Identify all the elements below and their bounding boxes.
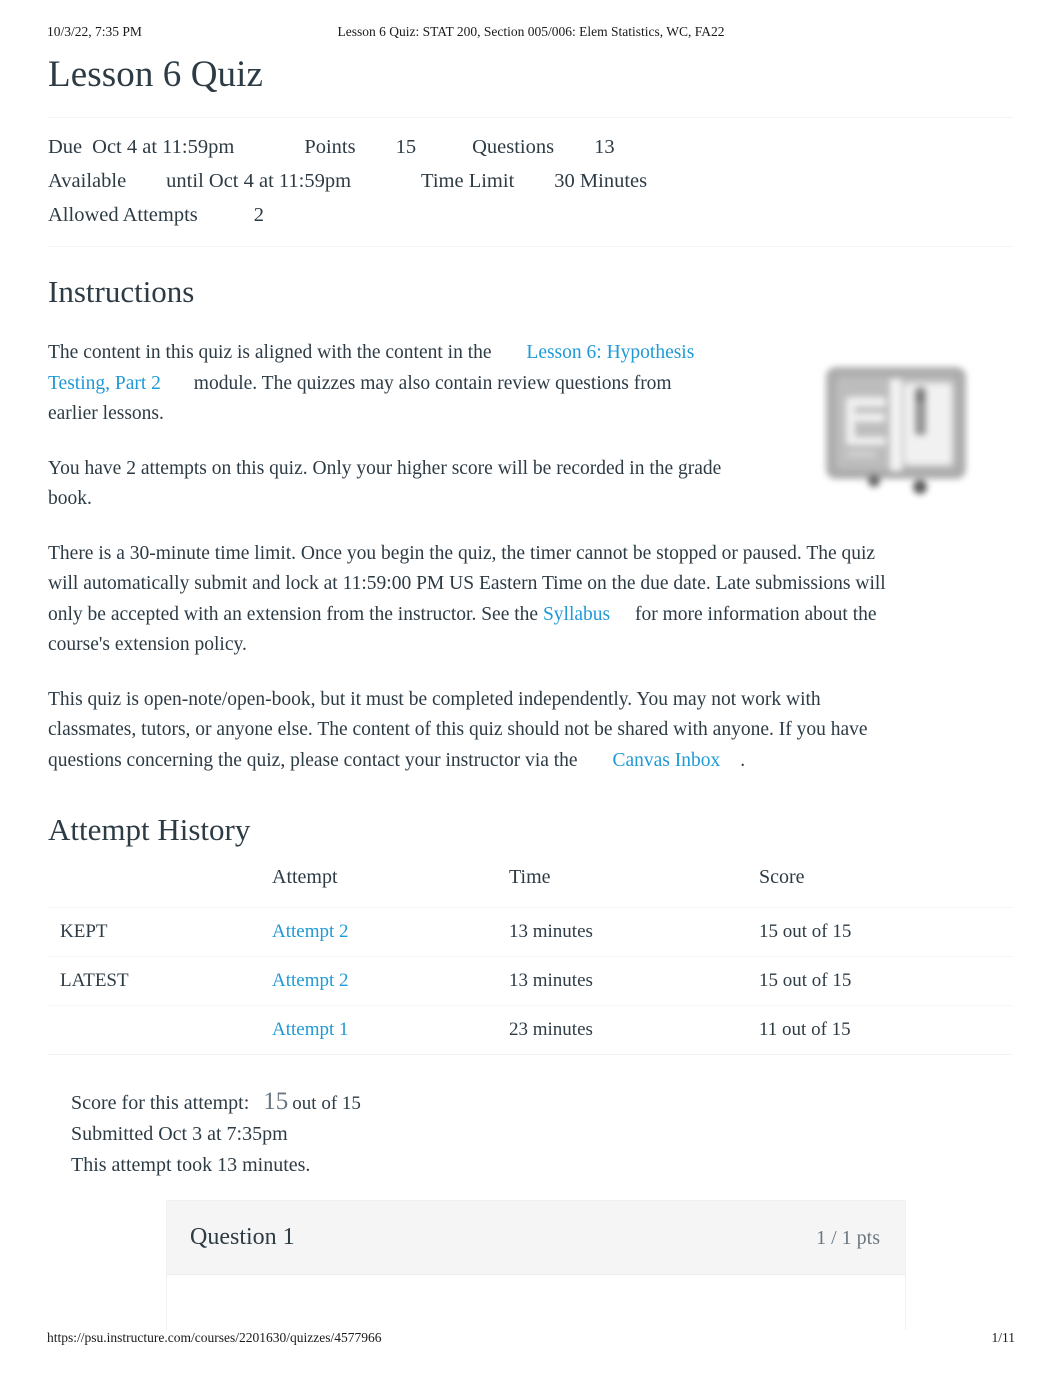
attempt-link[interactable]: Attempt 2 — [272, 921, 349, 942]
attempt-history-heading: Attempt History — [48, 812, 251, 847]
question-container: Question 1 1 / 1 pts — [166, 1200, 906, 1330]
available-value: until Oct 4 at 11:59pm — [166, 170, 352, 192]
instructions-paragraph-3: There is a 30-minute time limit. Once yo… — [48, 539, 886, 661]
table-row: Attempt 1 23 minutes 11 out of 15 — [48, 1005, 1013, 1055]
score-value: 15 — [263, 1088, 289, 1115]
table-header-row: Attempt Time Score — [48, 866, 1013, 908]
table-row: LATEST Attempt 2 13 minutes 15 out of 15 — [48, 956, 1013, 1006]
footer-page-number: 1/11 — [991, 1330, 1016, 1345]
points-value: 15 — [395, 136, 417, 158]
question-name: Question 1 — [190, 1224, 295, 1250]
due-label: Due — [48, 136, 83, 158]
column-header-time: Time — [509, 866, 759, 908]
question-header: Question 1 1 / 1 pts — [167, 1201, 905, 1275]
instructions-p4-after: . — [740, 749, 746, 771]
due-value: Oct 4 at 11:59pm — [92, 136, 235, 158]
print-footer: https://psu.instructure.com/courses/2201… — [47, 1330, 1015, 1346]
instructions-p1-before: The content in this quiz is aligned with… — [48, 342, 492, 363]
score-line: Score for this attempt: 15 out of 15 — [71, 1086, 361, 1119]
attempt-link[interactable]: Attempt 1 — [272, 1019, 349, 1040]
score-label: Score for this attempt: — [71, 1092, 250, 1114]
attempt-link[interactable]: Attempt 2 — [272, 970, 349, 991]
attempt-cell: Attempt 1 — [272, 1005, 509, 1055]
quiz-details-block: Due Oct 4 at 11:59pm Points 15 Questions 13 A… — [48, 117, 1013, 247]
points-label: Points — [304, 136, 356, 158]
attempt-time: 13 minutes — [509, 956, 759, 1006]
question-body — [167, 1275, 905, 1330]
instructions-body: The content in this quiz is aligned with… — [48, 338, 886, 776]
attempt-cell: Attempt 2 — [272, 956, 509, 1006]
syllabus-link[interactable]: Syllabus — [543, 604, 630, 625]
canvas-inbox-link[interactable]: Canvas Inbox — [582, 750, 740, 771]
attempt-status: KEPT — [48, 907, 272, 957]
quiz-print-page: 10/3/22, 7:35 PM Lesson 6 Quiz: STAT 200… — [0, 0, 1062, 1377]
instructions-paragraph-4: This quiz is open-note/open-book, but it… — [48, 685, 886, 777]
attempt-time: 23 minutes — [509, 1005, 759, 1055]
attempt-cell: Attempt 2 — [272, 907, 509, 957]
submitted-line: Submitted Oct 3 at 7:35pm — [71, 1123, 288, 1145]
table-row: KEPT Attempt 2 13 minutes 15 out of 15 — [48, 907, 1013, 957]
column-header-status — [48, 866, 272, 908]
attempt-score: 15 out of 15 — [759, 956, 1013, 1006]
time-limit-label: Time Limit — [421, 170, 515, 192]
allowed-attempts-label: Allowed Attempts — [48, 204, 198, 226]
column-header-score: Score — [759, 866, 1013, 908]
questions-label: Questions — [472, 136, 555, 158]
duration-line: This attempt took 13 minutes. — [71, 1154, 311, 1176]
quiz-details-row-3: Allowed Attempts 2 — [48, 198, 1013, 232]
footer-url: https://psu.instructure.com/courses/2201… — [47, 1330, 382, 1345]
instructions-paragraph-1: The content in this quiz is aligned with… — [48, 338, 708, 430]
print-document-title: Lesson 6 Quiz: STAT 200, Section 005/006… — [337, 24, 725, 39]
quiz-details-row-1: Due Oct 4 at 11:59pm Points 15 Questions 13 — [48, 130, 1013, 164]
attempt-score: 11 out of 15 — [759, 1005, 1013, 1055]
attempt-status: LATEST — [48, 956, 272, 1006]
question-points: 1 / 1 pts — [816, 1227, 880, 1249]
time-limit-value: 30 Minutes — [554, 170, 648, 192]
instructions-heading: Instructions — [48, 274, 195, 309]
questions-value: 13 — [594, 136, 615, 158]
quiz-details-row-2: Available until Oct 4 at 11:59pm Time Limi… — [48, 164, 1013, 198]
print-header: 10/3/22, 7:35 PM Lesson 6 Quiz: STAT 200… — [47, 24, 1015, 40]
attempt-status — [48, 1005, 272, 1055]
score-summary: Score for this attempt: 15 out of 15 Submi… — [71, 1086, 361, 1181]
attempt-time: 13 minutes — [509, 907, 759, 957]
page-title: Lesson 6 Quiz — [48, 54, 264, 95]
attempt-history-table: Attempt Time Score KEPT Attempt 2 13 min… — [48, 866, 1013, 1055]
attempt-score: 15 out of 15 — [759, 907, 1013, 957]
allowed-attempts-value: 2 — [253, 204, 265, 226]
column-header-attempt: Attempt — [272, 866, 509, 908]
score-out-of: out of 15 — [292, 1093, 361, 1114]
available-label: Available — [48, 170, 127, 192]
instructions-paragraph-2: You have 2 attempts on this quiz. Only y… — [48, 457, 722, 510]
